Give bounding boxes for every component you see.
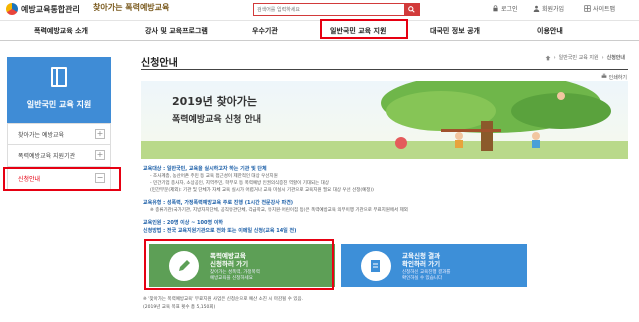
nav-usage-guide[interactable]: 이용안내 bbox=[537, 26, 563, 36]
sitemap-label: 사이트맵 bbox=[593, 6, 616, 13]
info-detail: (민간부문(제외): 기관 및 단체가 자체 교육 실시가 어렵거나 교육 미실… bbox=[150, 188, 374, 193]
info-detail: - 민간기업 종사자, 소상공인, 지역주민, 학부모 등 폭력예방 인권의식증… bbox=[150, 181, 329, 186]
card-subtitle: 확인하실 수 있습니다 bbox=[402, 275, 443, 281]
login-link[interactable]: 로그인 bbox=[492, 4, 518, 13]
sidebar-header: 일반국민 교육 지원 bbox=[7, 57, 111, 123]
logo-text: 예방교육통합관리 bbox=[21, 4, 80, 14]
footnote: (2019년 교육 목표 횟수 총 5,150회) bbox=[143, 305, 216, 310]
expand-icon[interactable]: + bbox=[95, 129, 105, 139]
card-title: 확인하러 가기 bbox=[402, 260, 441, 269]
apply-highlight-box bbox=[144, 239, 334, 290]
search-icon bbox=[408, 6, 415, 13]
sidebar-item-support-institutions[interactable]: 폭력예방교육 지원기관 + bbox=[7, 145, 111, 167]
print-button[interactable]: 인쇄하기 bbox=[601, 73, 627, 81]
nav-highlight-box bbox=[320, 19, 408, 39]
document-icon bbox=[361, 251, 391, 281]
card-title: 교육신청 결과 bbox=[402, 252, 441, 260]
taegeuk-logo-icon bbox=[6, 3, 18, 15]
expand-icon[interactable]: + bbox=[95, 150, 105, 160]
breadcrumb-item[interactable]: 일반국민 교육 지원 bbox=[559, 54, 599, 61]
search-input[interactable] bbox=[254, 4, 404, 15]
home-icon[interactable] bbox=[545, 55, 551, 61]
info-type: 교육유형 : 성폭력, 가정폭력예방교육 주로 진행 (1시간 전문강사 파견) bbox=[143, 200, 294, 206]
nav-violence-prevention-intro[interactable]: 폭력예방교육 소개 bbox=[34, 26, 88, 36]
campaign-logo[interactable]: 찾아가는 폭력예방교육 bbox=[93, 2, 169, 13]
sidebar-item-label: 폭력예방교육 지원기관 bbox=[18, 153, 76, 160]
breadcrumb: › 일반국민 교육 지원 › 신청안내 bbox=[545, 54, 625, 61]
info-method: 신청방법 : 전국 교육지원기관으로 전화 또는 이메일 신청(교육 14일 전… bbox=[143, 228, 297, 234]
footnote: ※ '찾아가는 폭력예방교육' 무료지원 사업은 신청순으로 예산 소진 시 마… bbox=[143, 297, 304, 302]
sitemap-icon bbox=[584, 5, 591, 12]
sitemap-link[interactable]: 사이트맵 bbox=[584, 4, 615, 13]
lock-icon bbox=[493, 5, 498, 12]
title-divider bbox=[141, 69, 628, 70]
signup-link[interactable]: 회원가입 bbox=[533, 4, 564, 13]
login-label: 로그인 bbox=[501, 6, 518, 13]
search-button[interactable] bbox=[404, 4, 419, 15]
sidebar-item-visiting-education[interactable]: 찾아가는 예방교육 + bbox=[7, 123, 111, 145]
nav-public-info[interactable]: 대국민 정보 공개 bbox=[430, 26, 480, 36]
info-headcount: 교육인원 : 20명 이상 ~ 100명 이하 bbox=[143, 220, 224, 226]
check-result-button[interactable]: 교육신청 결과 확인하러 가기 신청하신 교육진행 결과를 확인하실 수 있습니… bbox=[341, 244, 527, 287]
banner-title-line1: 2019년 찾아가는 bbox=[172, 95, 258, 108]
sidebar-title: 일반국민 교육 지원 bbox=[26, 100, 92, 109]
book-icon bbox=[51, 67, 67, 87]
sidebar-highlight-box bbox=[3, 167, 121, 191]
card-subtitle: 신청하신 교육진행 결과를 bbox=[402, 270, 451, 275]
search-box bbox=[253, 3, 420, 16]
info-detail: ※ 종류기관(국가기관, 지방자치단체, 공직유관단체, 각급학교, 유치원·어… bbox=[150, 208, 408, 213]
nav-instructors-programs[interactable]: 강사 및 교육프로그램 bbox=[145, 26, 208, 36]
user-icon bbox=[533, 5, 540, 12]
nav-excellent-institutions[interactable]: 우수기관 bbox=[252, 26, 278, 36]
sidebar-item-label: 찾아가는 예방교육 bbox=[18, 132, 65, 139]
application-banner: 2019년 찾아가는 폭력예방교육 신청 안내 bbox=[141, 81, 628, 159]
info-target: 교육대상 : 일반국민, 교육을 실시하고자 하는 기관 및 단체 bbox=[143, 166, 267, 172]
site-logo[interactable]: 예방교육통합관리 bbox=[6, 3, 80, 15]
breadcrumb-item[interactable]: 신청안내 bbox=[607, 54, 625, 61]
top-bar: 예방교육통합관리 찾아가는 폭력예방교육 로그인 회원가입 사이트맵 bbox=[0, 0, 639, 20]
info-detail: - 조사계층, 농산어촌 주민 등 교육 접근성이 제한적인 대상 우선지원 bbox=[150, 174, 278, 179]
signup-label: 회원가입 bbox=[542, 6, 565, 13]
page-title: 신청안내 bbox=[141, 58, 178, 69]
banner-title-line2: 폭력예방교육 신청 안내 bbox=[172, 115, 262, 125]
printer-icon bbox=[601, 73, 607, 78]
